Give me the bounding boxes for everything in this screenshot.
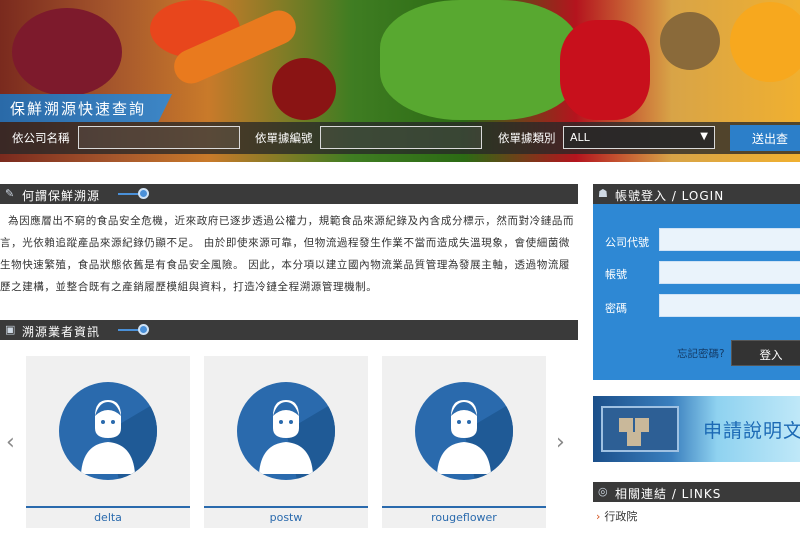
- forgot-password-link[interactable]: 忘記密碼?: [677, 346, 725, 361]
- order-number-input[interactable]: [320, 126, 482, 149]
- password-label: 密碼: [605, 302, 627, 315]
- ad-text: 申請說明文: [703, 420, 800, 442]
- order-type-label: 依單據類別: [498, 131, 556, 145]
- company-code-input[interactable]: [659, 228, 800, 251]
- vendors-heading: 溯源業者資訊: [22, 325, 101, 339]
- kiwi-image: [660, 12, 720, 70]
- links-heading: 相關連結 / LINKS: [615, 487, 722, 501]
- chevron-down-icon: ▼: [700, 131, 708, 142]
- about-section-header: ✎ 何謂保鮮溯源: [0, 184, 578, 204]
- carousel-prev-arrow[interactable]: ‹: [6, 430, 15, 455]
- account-input[interactable]: [659, 261, 800, 284]
- user-avatar-icon: [59, 382, 157, 480]
- company-name-input[interactable]: [78, 126, 240, 149]
- about-heading: 何謂保鮮溯源: [22, 189, 101, 203]
- vendor-name[interactable]: postw: [204, 511, 368, 524]
- application-info-banner[interactable]: 申請說明文: [593, 396, 800, 462]
- cargo-box: [627, 432, 641, 446]
- user-avatar-icon: [237, 382, 335, 480]
- login-form: 公司代號 帳號 密碼 忘記密碼? 登入: [593, 204, 800, 380]
- card-underline: [382, 506, 546, 508]
- pen-icon: ✎: [5, 187, 15, 200]
- user-avatar-icon: [415, 382, 513, 480]
- cargo-box: [619, 418, 633, 432]
- vendors-section-header: ▣ 溯源業者資訊: [0, 320, 578, 340]
- links-section-header: ◎ 相關連結 / LINKS: [593, 482, 800, 502]
- user-icon: ☗: [598, 187, 608, 200]
- cargo-box: [635, 418, 649, 432]
- globe-icon: ◎: [598, 485, 608, 498]
- link-label[interactable]: 行政院: [604, 510, 637, 523]
- login-button[interactable]: 登入: [731, 340, 800, 366]
- order-type-select[interactable]: ALL ▼: [563, 126, 715, 149]
- banner-title-bar: 保鮮溯源快速查詢: [0, 94, 172, 122]
- header-slider-knob: [138, 324, 149, 335]
- password-input[interactable]: [659, 294, 800, 317]
- banner-title: 保鮮溯源快速查詢: [10, 100, 147, 118]
- vendor-name[interactable]: delta: [26, 511, 190, 524]
- orange-image: [730, 2, 800, 82]
- lettuce-image: [380, 0, 580, 120]
- carousel-next-arrow[interactable]: ›: [556, 430, 565, 455]
- id-card-icon: ▣: [5, 323, 16, 336]
- vendor-card-delta[interactable]: delta: [26, 356, 190, 528]
- about-text: 為因應層出不窮的食品安全危機，近來政府已逐步透過公權力，規範食品來源紀錄及內含成…: [0, 215, 575, 293]
- vendor-name[interactable]: rougeflower: [382, 511, 546, 524]
- onion-image: [272, 58, 336, 120]
- card-underline: [204, 506, 368, 508]
- order-number-label: 依單據編號: [255, 131, 313, 145]
- strawberry-image: [560, 20, 650, 120]
- login-section-header: ☗ 帳號登入 / LOGIN: [593, 184, 800, 204]
- vendor-card-postw[interactable]: postw: [204, 356, 368, 528]
- hero-banner: 保鮮溯源快速查詢 依公司名稱 依單據編號 依單據類別 ALL ▼: [0, 0, 800, 162]
- header-slider-knob: [138, 188, 149, 199]
- cabbage-image: [12, 8, 122, 96]
- account-label: 帳號: [605, 268, 627, 281]
- order-type-selected: ALL: [570, 131, 590, 144]
- vendor-card-rougeflower[interactable]: rougeflower: [382, 356, 546, 528]
- card-underline: [26, 506, 190, 508]
- company-code-label: 公司代號: [605, 236, 649, 249]
- login-heading: 帳號登入 / LOGIN: [615, 189, 725, 203]
- search-submit-button[interactable]: 送出查: [730, 125, 800, 151]
- quick-search-bar: 依公司名稱 依單據編號 依單據類別 ALL ▼: [0, 122, 800, 154]
- company-name-label: 依公司名稱: [12, 131, 70, 145]
- arrow-right-icon: ›: [596, 510, 601, 523]
- link-item[interactable]: › 行政院: [596, 508, 637, 524]
